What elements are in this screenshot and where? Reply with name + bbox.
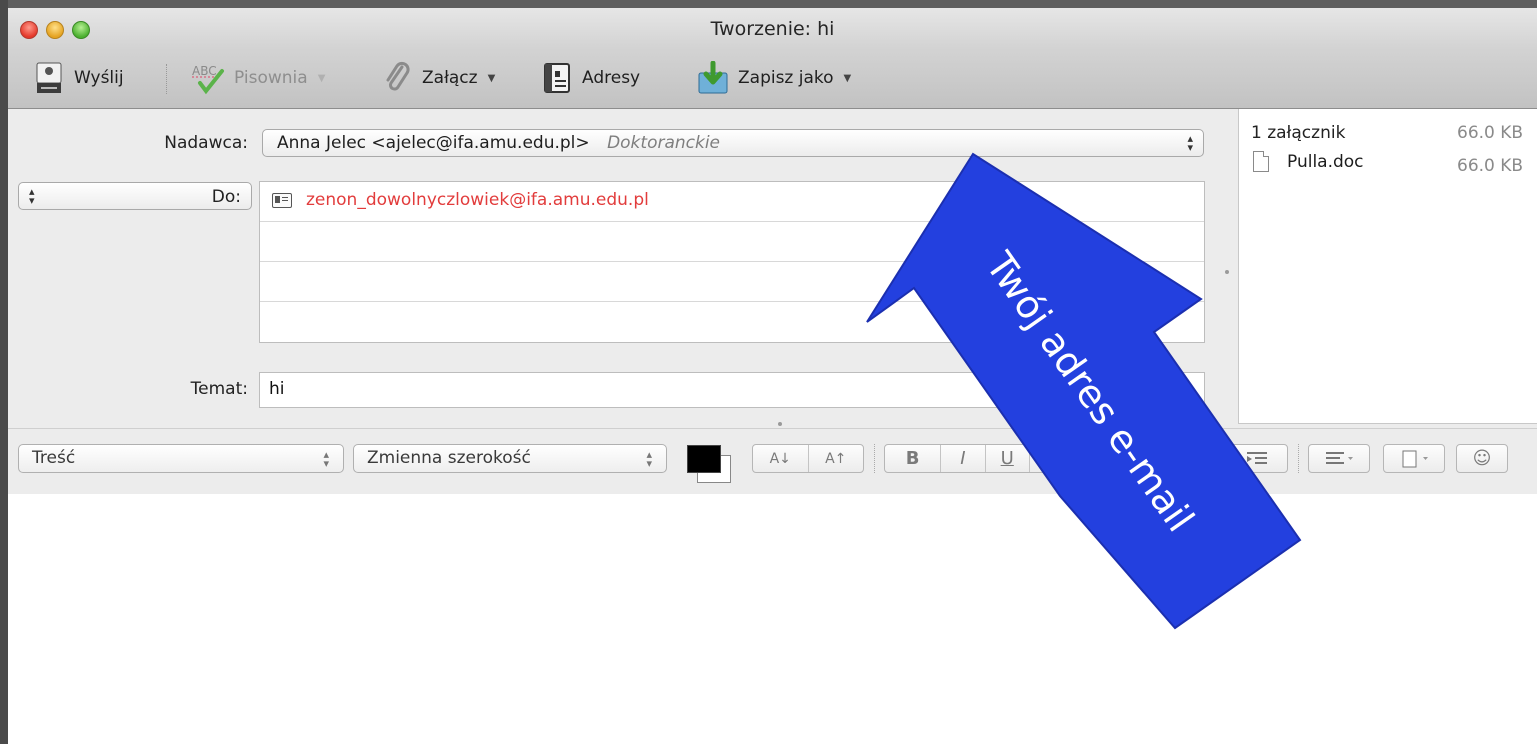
page-icon	[1384, 445, 1444, 472]
underline-button[interactable]: U	[986, 445, 1030, 472]
attachments-panel: 1 załącznik 66.0 KB Pulla.doc 66.0 KB	[1238, 109, 1537, 424]
alignment-menu[interactable]	[1308, 444, 1370, 473]
splitter-handle[interactable]	[1225, 270, 1229, 274]
toolbar-separator	[166, 64, 168, 94]
send-label: Wyślij	[74, 68, 124, 88]
to-recipients-field[interactable]: zenon_dowolnyczlowiek@ifa.amu.edu.pl	[259, 181, 1205, 343]
save-download-icon	[696, 61, 730, 95]
indent-button[interactable]	[1227, 445, 1287, 472]
subject-label: Temat:	[190, 379, 248, 399]
save-as-button[interactable]: Zapisz jako ▼	[696, 60, 851, 96]
recipient-address: zenon_dowolnyczlowiek@ifa.amu.edu.pl	[306, 190, 649, 210]
recipient-row-empty[interactable]	[260, 262, 1204, 302]
send-icon	[32, 61, 66, 95]
desktop-background	[0, 0, 1537, 8]
subject-input[interactable]: hi	[259, 372, 1205, 408]
recipient-type-select[interactable]: ▴ ▾ Do:	[18, 182, 252, 210]
attachment-file-name: Pulla.doc	[1287, 151, 1364, 172]
toolbar: Wyślij ABC Pisownia ▼ Załącz ▼ Adresy Za…	[8, 56, 1537, 106]
attachment-file[interactable]: Pulla.doc	[1253, 151, 1364, 172]
paragraph-style-value: Treść	[32, 448, 76, 468]
select-arrows-icon: ▴ ▾	[646, 448, 652, 470]
decrease-font-button[interactable]: A↓	[753, 445, 809, 472]
select-arrows-icon: ▴ ▾	[29, 185, 35, 207]
attachment-file-size: 66.0 KB	[1457, 156, 1524, 176]
recipient-row[interactable]: zenon_dowolnyczlowiek@ifa.amu.edu.pl	[260, 182, 1204, 222]
desktop-edge	[0, 0, 8, 744]
list-menu[interactable]	[1383, 444, 1445, 473]
address-book-icon	[540, 61, 574, 95]
spelling-label: Pisownia	[234, 68, 308, 88]
emoji-menu[interactable]: ☺	[1456, 444, 1508, 473]
text-style-controls: B I U	[884, 444, 1094, 473]
spellcheck-icon: ABC	[190, 61, 226, 95]
italic-button[interactable]: I	[941, 445, 986, 472]
addresses-button[interactable]: Adresy	[540, 60, 640, 96]
paragraph-style-select[interactable]: Treść ▴ ▾	[18, 444, 344, 473]
recipient-row-empty[interactable]	[260, 222, 1204, 262]
attach-label: Załącz	[422, 68, 478, 88]
bold-button[interactable]: B	[885, 445, 942, 472]
document-icon	[1253, 151, 1269, 172]
font-size-controls: A↓ A↑	[752, 444, 864, 473]
title-bar: Tworzenie: hi Wyślij ABC Pisownia ▼ Załą…	[8, 8, 1537, 109]
increase-font-button[interactable]: A↑	[809, 445, 864, 472]
format-separator	[874, 444, 875, 473]
to-label: Do:	[211, 187, 241, 207]
window-title: Tworzenie: hi	[710, 18, 835, 40]
select-arrows-icon: ▴ ▾	[1187, 132, 1193, 154]
attach-dropdown-icon: ▼	[487, 72, 496, 84]
paperclip-icon	[380, 61, 414, 95]
attachment-count: 1 załącznik	[1251, 123, 1346, 143]
message-header: Nadawca: Anna Jelec <ajelec@ifa.amu.edu.…	[8, 109, 1537, 427]
compose-window: Tworzenie: hi Wyślij ABC Pisownia ▼ Załą…	[8, 8, 1537, 744]
attach-button[interactable]: Załącz ▼	[380, 60, 495, 96]
svg-text:ABC: ABC	[192, 64, 217, 78]
save-as-label: Zapisz jako	[738, 68, 834, 88]
font-select[interactable]: Zmienna szerokość ▴ ▾	[353, 444, 667, 473]
foreground-color-swatch[interactable]	[687, 445, 721, 473]
from-label: Nadawca:	[164, 133, 248, 153]
spelling-button[interactable]: ABC Pisownia ▼	[190, 60, 325, 96]
splitter-handle[interactable]	[778, 422, 782, 426]
recipient-token[interactable]: zenon_dowolnyczlowiek@ifa.amu.edu.pl	[272, 190, 649, 210]
from-value: Anna Jelec <ajelec@ifa.amu.edu.pl>	[277, 133, 590, 153]
attachment-total-size: 66.0 KB	[1457, 123, 1524, 143]
indent-controls	[1226, 444, 1288, 473]
save-as-dropdown-icon: ▼	[843, 72, 852, 84]
format-separator	[1298, 444, 1299, 473]
text-color-swatch[interactable]	[687, 445, 733, 483]
message-body[interactable]	[8, 494, 1537, 744]
from-account-name: Doktoranckie	[607, 133, 721, 153]
recipient-row-empty[interactable]	[260, 302, 1204, 342]
align-left-icon	[1309, 445, 1369, 472]
strikethrough-button[interactable]	[1030, 445, 1093, 472]
contact-card-icon	[272, 192, 292, 208]
font-value: Zmienna szerokość	[367, 448, 531, 468]
send-button[interactable]: Wyślij	[32, 60, 124, 96]
select-arrows-icon: ▴ ▾	[323, 448, 329, 470]
smiley-icon: ☺	[1472, 448, 1492, 469]
format-bar: Treść ▴ ▾ Zmienna szerokość ▴ ▾ A↓ A↑ B I …	[8, 428, 1537, 495]
indent-icon	[1247, 451, 1267, 464]
from-account-select[interactable]: Anna Jelec <ajelec@ifa.amu.edu.pl> Dokto…	[262, 129, 1204, 157]
spelling-dropdown-icon: ▼	[317, 72, 326, 84]
addresses-label: Adresy	[582, 68, 641, 88]
